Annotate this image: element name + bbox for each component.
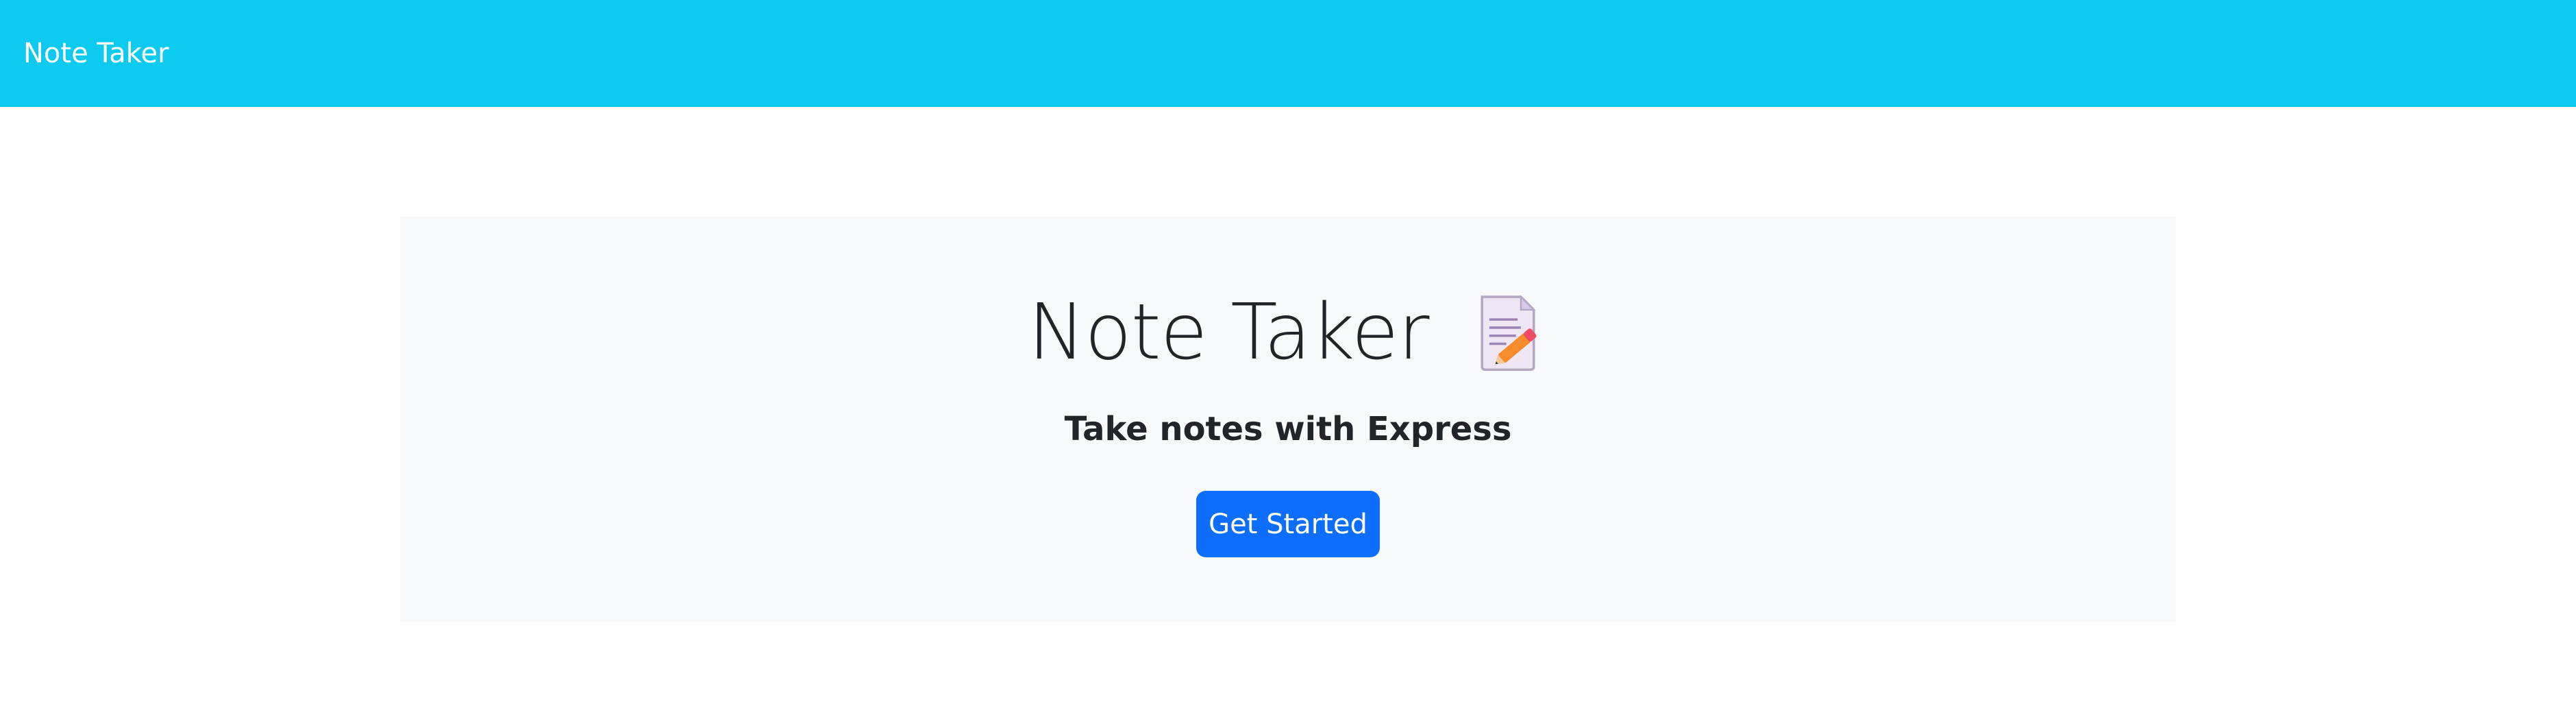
hero-jumbotron: Note Taker Take notes with Express Get S… — [400, 217, 2176, 622]
memo-icon — [1467, 292, 1548, 373]
hero-subtitle: Take notes with Express — [1064, 410, 1512, 448]
hero-title-row: Note Taker — [400, 292, 2176, 373]
cta-wrapper: Get Started — [400, 491, 2176, 557]
page-title: Note Taker — [1028, 288, 1429, 377]
navbar: Note Taker — [0, 0, 2576, 107]
navbar-brand[interactable]: Note Taker — [23, 40, 169, 67]
get-started-button[interactable]: Get Started — [1196, 491, 1380, 557]
